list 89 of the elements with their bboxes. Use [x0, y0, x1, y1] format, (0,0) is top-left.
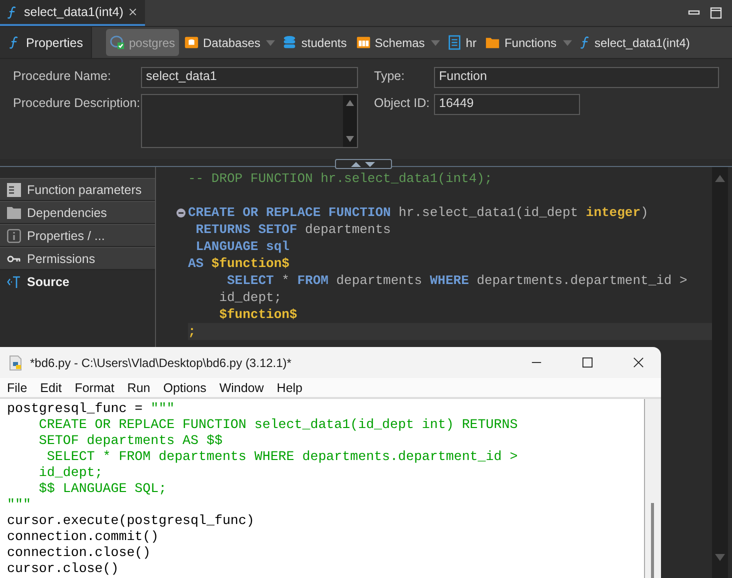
- tab-label: Properties: [26, 36, 83, 50]
- scrollbar[interactable]: [712, 167, 728, 578]
- code-line: AS $function$: [188, 255, 290, 272]
- code-line: CREATE OR REPLACE FUNCTION hr.select_data1(id_dept integer): [188, 204, 648, 221]
- nav-label: Properties / ...: [27, 228, 105, 242]
- caret-icon[interactable]: [266, 40, 276, 46]
- scrollbar[interactable]: [343, 95, 357, 147]
- code-line: """: [7, 497, 32, 513]
- function-icon: [578, 35, 590, 50]
- caret-icon[interactable]: [430, 40, 440, 46]
- code-line: LANGUAGE sql: [194, 238, 290, 255]
- code-line: connection.close(): [7, 545, 152, 561]
- document-icon: [446, 35, 462, 50]
- code-line: id_dept;: [218, 289, 282, 306]
- scroll-up-icon[interactable]: [715, 175, 725, 182]
- function-icon: [6, 4, 18, 20]
- nav-item[interactable]: Permissions: [0, 247, 155, 270]
- breadcrumb-label: Functions: [504, 36, 556, 50]
- breadcrumb-item[interactable]: students: [278, 29, 351, 56]
- input-field[interactable]: 16449: [434, 94, 580, 115]
- breadcrumb-label: hr: [466, 36, 476, 50]
- code-line: $$ LANGUAGE SQL;: [38, 481, 168, 497]
- close-icon[interactable]: [633, 357, 644, 368]
- nav-label: Dependencies: [27, 206, 107, 220]
- field-label: Object ID:: [374, 95, 431, 112]
- nav-item[interactable]: Function parameters: [0, 178, 155, 201]
- code-line: SELECT * FROM departments WHERE departments.department_id >: [46, 449, 519, 465]
- nav-label: Source: [27, 274, 70, 288]
- code-line: SETOF departments AS $$: [38, 433, 224, 449]
- python-file-icon: [8, 354, 24, 370]
- menu-item[interactable]: Edit: [40, 380, 62, 394]
- scroll-down-icon[interactable]: [346, 136, 354, 142]
- menu-item[interactable]: Window: [219, 380, 264, 394]
- field-label: Type:: [374, 68, 406, 85]
- schemas-icon: [356, 35, 371, 50]
- window-title: *bd6.py - C:\Users\Vlad\Desktop\bd6.py (3.12.1)*: [30, 356, 292, 370]
- collapse-toggle[interactable]: [334, 159, 392, 169]
- description-field[interactable]: [141, 94, 358, 148]
- breadcrumb-label: students: [301, 36, 347, 50]
- menu-item[interactable]: Help: [276, 380, 303, 394]
- input-field[interactable]: Function: [434, 67, 719, 88]
- scroll-up-icon[interactable]: [346, 100, 354, 106]
- menu-item[interactable]: Options: [163, 380, 206, 394]
- info-icon: [7, 228, 21, 242]
- folder-icon: [7, 206, 21, 220]
- nav-item[interactable]: Dependencies: [0, 201, 155, 224]
- code-line: cursor.close(): [7, 561, 120, 577]
- code-line: postgresql_func = """: [7, 401, 176, 417]
- input-field[interactable]: select_data1: [141, 67, 358, 88]
- breadcrumb-label: Databases: [203, 36, 260, 50]
- tab-title: select_data1(int4): [24, 5, 124, 19]
- folder-icon: [485, 35, 500, 50]
- caret-icon[interactable]: [562, 40, 572, 46]
- database-icon: [282, 35, 298, 50]
- field-label: Procedure Description:: [13, 95, 141, 112]
- function-icon: [8, 35, 20, 50]
- menu-item[interactable]: Format: [74, 380, 114, 394]
- code-line: $function$: [218, 306, 298, 323]
- breadcrumb-label: Schemas: [374, 36, 425, 50]
- scrollbar-thumb[interactable]: [651, 503, 654, 578]
- code-line: CREATE OR REPLACE FUNCTION select_data1(id_dept int) RETURNS: [38, 417, 519, 433]
- scroll-down-icon[interactable]: [715, 554, 725, 561]
- maximize-icon[interactable]: [582, 357, 593, 368]
- breadcrumb-item[interactable]: select_data1(int4): [574, 29, 694, 56]
- menu-item[interactable]: Run: [127, 380, 150, 394]
- breadcrumb-item[interactable]: Schemas: [352, 29, 429, 56]
- editor-tab[interactable]: select_data1(int4): [0, 0, 145, 26]
- breadcrumb-label: postgres: [128, 36, 176, 50]
- code-line: cursor.execute(postgresql_func): [7, 513, 256, 529]
- server-icon: [110, 35, 125, 50]
- nav-label: Function parameters: [27, 182, 142, 196]
- code-line: -- DROP FUNCTION hr.select_data1(int4);: [188, 170, 492, 187]
- nav-item[interactable]: Properties / ...: [0, 224, 155, 247]
- code-line: id_dept;: [38, 465, 104, 481]
- field-label: Procedure Name:: [13, 68, 112, 85]
- database-folder-icon: [184, 35, 200, 50]
- source-icon: [7, 274, 21, 288]
- code-line: connection.commit(): [7, 529, 160, 545]
- list-icon: [7, 182, 21, 196]
- collapse-icon[interactable]: [176, 208, 186, 218]
- breadcrumb-item[interactable]: hr: [442, 29, 480, 56]
- properties-tab[interactable]: Properties: [0, 27, 92, 58]
- breadcrumb-label: select_data1(int4): [594, 36, 690, 50]
- code-line: RETURNS SETOF departments: [194, 221, 391, 238]
- nav-label: Permissions: [27, 252, 96, 266]
- code-line: SELECT * FROM departments WHERE departments.department_id >: [226, 272, 688, 289]
- breadcrumb-item[interactable]: Databases: [180, 29, 264, 56]
- menu-item[interactable]: File: [7, 380, 28, 394]
- breadcrumb-item[interactable]: Functions: [481, 29, 560, 56]
